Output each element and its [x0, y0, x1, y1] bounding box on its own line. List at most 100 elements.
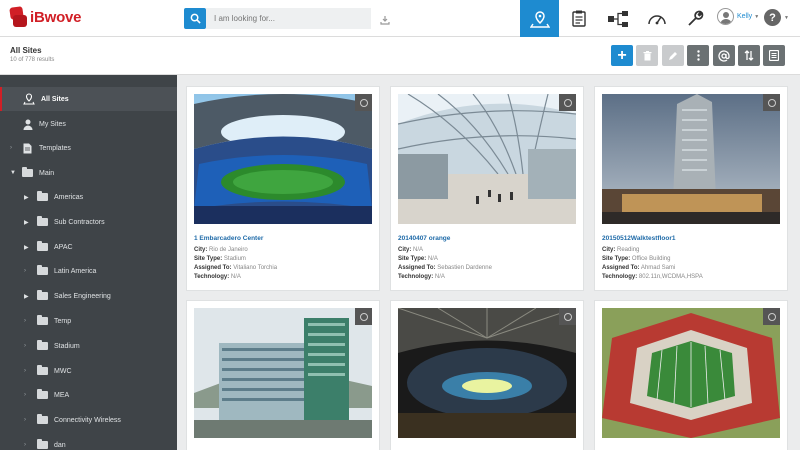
site-card[interactable] — [594, 300, 788, 450]
chevron-down-icon[interactable]: ▼ — [10, 170, 16, 176]
more-options-button[interactable] — [687, 45, 710, 66]
locate-icon[interactable] — [559, 94, 576, 111]
page-header: All Sites 10 of 778 results + — [0, 37, 800, 75]
locate-icon[interactable] — [763, 94, 780, 111]
sidebar-item-dan[interactable]: › dan — [0, 433, 177, 450]
locate-icon[interactable] — [559, 308, 576, 325]
sidebar-item-label: MWC — [54, 367, 72, 375]
nav-hierarchy-button[interactable] — [598, 0, 637, 37]
user-menu[interactable]: Kelly ▼ — [717, 8, 759, 25]
chevron-right-icon[interactable]: › — [24, 318, 26, 324]
locate-icon[interactable] — [763, 308, 780, 325]
app-logo[interactable]: iBwove — [8, 6, 82, 27]
view-toggle-button[interactable] — [763, 45, 786, 66]
site-title[interactable]: 1 Embarcadero Center — [194, 235, 263, 242]
chevron-down-icon[interactable]: ▼ — [784, 15, 789, 21]
sidebar-item-mea[interactable]: › MEA — [0, 383, 177, 407]
search-input[interactable] — [206, 8, 371, 29]
sidebar-item-label: MEA — [54, 391, 70, 399]
sidebar-item-americas[interactable]: ▶ Americas — [0, 185, 177, 209]
site-card[interactable]: 20140407 orange City: N/A Site Type: N/A… — [390, 86, 584, 291]
add-button[interactable]: + — [611, 45, 633, 66]
kebab-menu-icon — [696, 50, 700, 61]
gauge-icon — [647, 14, 666, 24]
site-photo — [194, 94, 372, 224]
site-card[interactable]: 20150512Walktestfloor1 City: Reading Sit… — [594, 86, 788, 291]
folder-icon — [37, 191, 48, 201]
sidebar: All Sites My Sites › Templates ▼ Main ▶ … — [0, 75, 177, 450]
site-card[interactable] — [390, 300, 584, 450]
sidebar-item-label: dan — [54, 441, 66, 449]
sidebar-item-latin-america[interactable]: › Latin America — [0, 259, 177, 283]
pencil-icon — [668, 51, 677, 60]
site-city: City: N/A — [398, 247, 424, 253]
site-technology: Technology: 802.11n,WCDMA,HSPA — [602, 274, 703, 280]
chevron-right-icon[interactable]: › — [24, 417, 26, 423]
chevron-right-icon[interactable]: › — [24, 368, 26, 374]
chevron-right-icon[interactable]: › — [24, 442, 26, 448]
site-card[interactable]: 1 Embarcadero Center City: Rio de Janeir… — [186, 86, 380, 291]
sidebar-item-label: Stadium — [54, 342, 80, 350]
nav-dashboard-button[interactable] — [637, 0, 676, 37]
chevron-down-icon: ▼ — [754, 13, 760, 20]
folder-icon — [37, 315, 48, 325]
sidebar-item-my-sites[interactable]: My Sites — [0, 112, 177, 136]
chevron-right-icon[interactable]: ▶ — [24, 219, 29, 226]
site-technology: Technology: N/A — [398, 274, 445, 280]
sort-icon — [744, 50, 754, 61]
chevron-right-icon[interactable]: › — [24, 343, 26, 349]
folder-icon — [37, 265, 48, 275]
sidebar-item-label: Latin America — [54, 267, 97, 275]
locate-icon[interactable] — [355, 94, 372, 111]
chevron-right-icon[interactable]: › — [10, 145, 12, 151]
chevron-right-icon[interactable]: › — [24, 392, 26, 398]
folder-icon — [37, 389, 48, 399]
sidebar-item-sub-contractors[interactable]: ▶ Sub Contractors — [0, 210, 177, 234]
download-icon[interactable] — [380, 12, 390, 30]
site-title[interactable]: 20140407 orange — [398, 235, 450, 242]
email-button[interactable] — [712, 45, 735, 66]
sort-button[interactable] — [737, 45, 760, 66]
site-card[interactable] — [186, 300, 380, 450]
site-title[interactable]: 20150512Walktestfloor1 — [602, 235, 675, 242]
site-photo — [602, 94, 780, 224]
help-button[interactable]: ? — [764, 9, 781, 26]
avatar — [717, 8, 734, 25]
edit-button[interactable] — [661, 45, 684, 66]
folder-icon — [37, 290, 48, 300]
sidebar-item-templates[interactable]: › Templates — [0, 136, 177, 160]
sidebar-item-stadium[interactable]: › Stadium — [0, 334, 177, 358]
sidebar-item-apac[interactable]: ▶ APAC — [0, 235, 177, 259]
sidebar-item-main[interactable]: ▼ Main — [0, 161, 177, 185]
nav-tools-button[interactable] — [676, 0, 715, 37]
site-assignee: Assigned To: Ahmad Sami — [602, 265, 676, 271]
sidebar-item-label: All Sites — [41, 95, 69, 103]
delete-button[interactable] — [636, 45, 659, 66]
locate-icon[interactable] — [355, 308, 372, 325]
sidebar-item-temp[interactable]: › Temp — [0, 309, 177, 333]
site-city: City: Reading — [602, 247, 640, 253]
site-type: Site Type: N/A — [398, 256, 438, 262]
nav-sites-button[interactable] — [520, 0, 559, 37]
chevron-right-icon[interactable]: › — [24, 268, 26, 274]
chevron-right-icon[interactable]: ▶ — [24, 244, 29, 251]
sidebar-item-label: Templates — [39, 144, 71, 152]
clipboard-icon — [571, 10, 586, 27]
folder-icon — [37, 241, 48, 251]
folder-icon — [37, 340, 48, 350]
site-assignee: Assigned To: Vitaliano Torchia — [194, 265, 278, 271]
sidebar-item-mwc[interactable]: › MWC — [0, 359, 177, 383]
toolbar: + — [611, 45, 789, 66]
chevron-right-icon[interactable]: ▶ — [24, 194, 29, 201]
app-name: iBwove — [30, 8, 82, 26]
folder-icon — [22, 167, 33, 177]
site-assignee: Assigned To: Sebastien Dardenne — [398, 265, 492, 271]
search-button[interactable] — [184, 8, 206, 29]
sidebar-item-sales-engineering[interactable]: ▶ Sales Engineering — [0, 284, 177, 308]
sidebar-item-label: Americas — [54, 193, 84, 201]
chevron-right-icon[interactable]: ▶ — [24, 293, 29, 300]
sidebar-item-all-sites[interactable]: All Sites — [0, 87, 177, 111]
nav-reports-button[interactable] — [559, 0, 598, 37]
user-name: Kelly — [737, 13, 753, 20]
sidebar-item-connectivity-wireless[interactable]: › Connectivity Wireless — [0, 408, 177, 432]
